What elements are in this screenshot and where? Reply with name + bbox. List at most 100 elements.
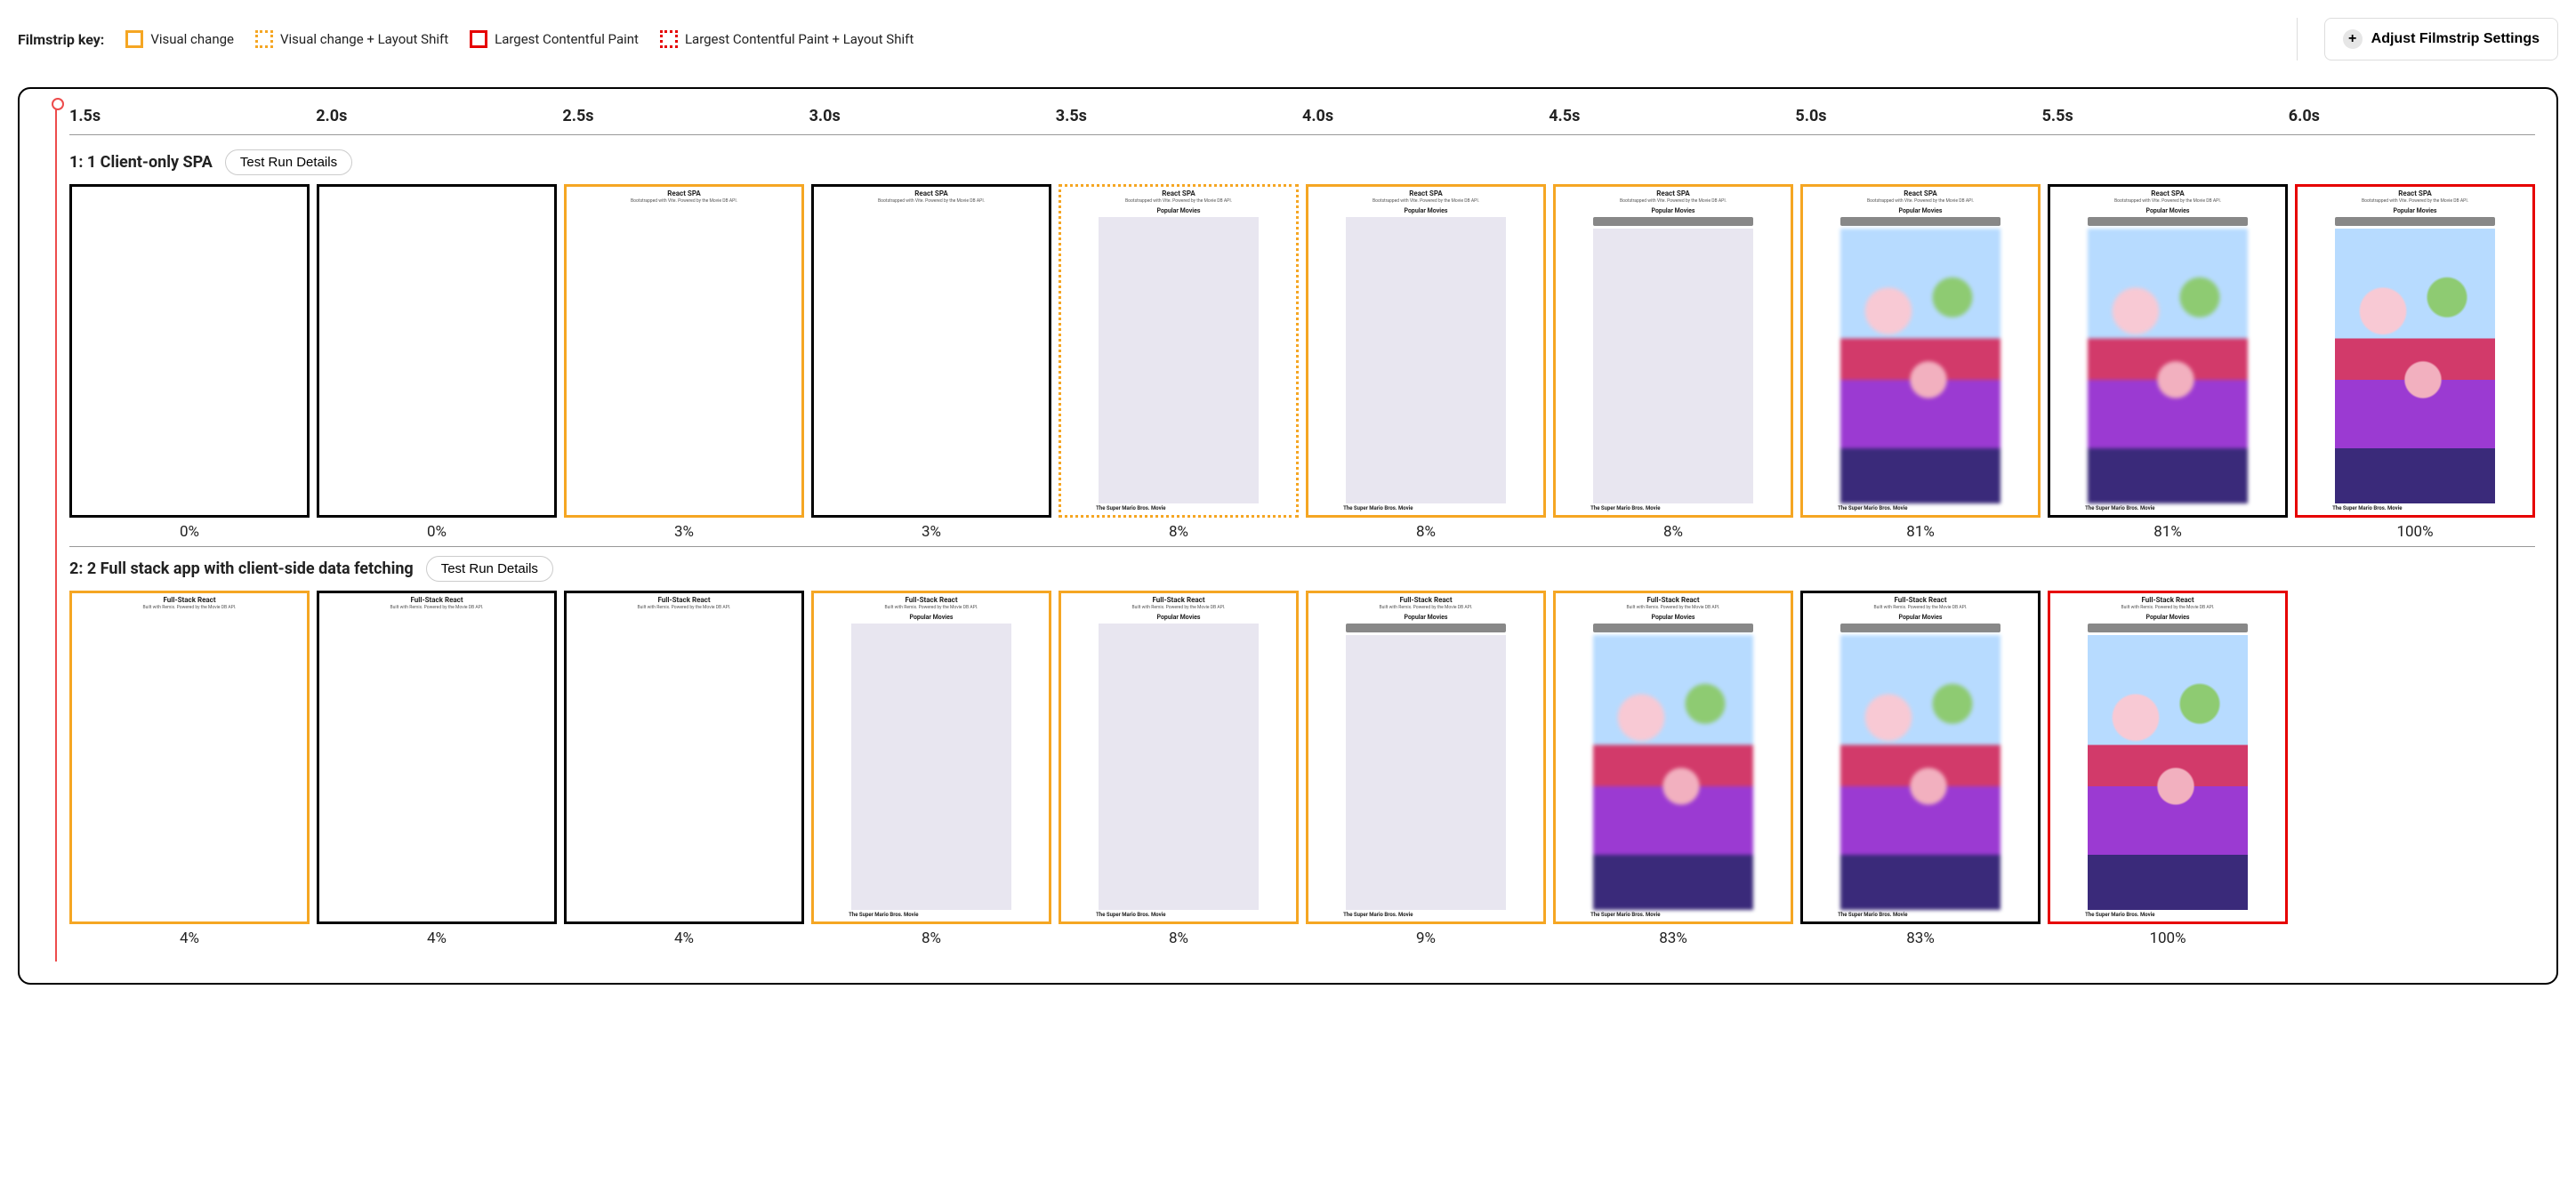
thumb-movie-caption: The Super Mario Bros. Movie — [1311, 913, 1413, 919]
thumb-poster — [2088, 229, 2249, 503]
filmstrip-frame[interactable]: Full-Stack ReactBuilt with Remix. Powere… — [1306, 591, 1546, 924]
timeline-marker[interactable] — [55, 101, 57, 962]
legend-text: Largest Contentful Paint + Layout Shift — [685, 31, 914, 47]
filmstrip-frame[interactable]: Full-Stack ReactBuilt with Remix. Powere… — [1800, 591, 2041, 924]
filmstrip-frame[interactable]: React SPABootstrapped with Vite. Powered… — [2048, 184, 2288, 518]
thumb-placeholder — [851, 624, 1012, 910]
thumb-app-tagline: Bootstrapped with Vite. Powered by the M… — [1620, 199, 1727, 204]
filmstrip-frame[interactable]: Full-Stack ReactBuilt with Remix. Powere… — [811, 591, 1051, 924]
filmstrip-frame-percent: 83% — [1906, 929, 1935, 947]
filmstrip-frame[interactable]: React SPABootstrapped with Vite. Powered… — [811, 184, 1051, 518]
filmstrip-frame-column: React SPABootstrapped with Vite. Powered… — [2295, 184, 2535, 541]
timestamp: 1.5s — [69, 107, 316, 125]
filmstrip-frame[interactable]: Full-Stack React Built with Remix. Powere… — [1059, 591, 1299, 924]
filmstrip-frame[interactable]: Full-Stack ReactBuilt with Remix. Powere… — [564, 591, 804, 924]
thumb-badge — [2088, 217, 2249, 226]
thumb-section-heading: Popular Movies — [2146, 207, 2190, 214]
filmstrip-frame-percent: 3% — [674, 523, 694, 541]
filmstrip-frame-column: Full-Stack ReactBuilt with Remix. Powere… — [1800, 591, 2041, 947]
test-run-details-button[interactable]: Test Run Details — [225, 149, 352, 175]
filmstrip-frame[interactable]: Full-Stack ReactBuilt with Remix. Powere… — [2048, 591, 2288, 924]
thumb-app-title: React SPA — [667, 189, 700, 197]
filmstrip-frame[interactable]: React SPABootstrapped with Vite. Powered… — [1553, 184, 1793, 518]
thumb-section-heading: Popular Movies — [1899, 207, 1943, 214]
thumb-app-title: Full-Stack React — [410, 596, 463, 604]
filmstrip-frame[interactable]: React SPA Bootstrapped with Vite. Powered… — [564, 184, 804, 518]
timestamp-row: 1.5s2.0s2.5s3.0s3.5s4.0s4.5s5.0s5.5s6.0s — [69, 107, 2535, 135]
legend-text: Visual change + Layout Shift — [280, 31, 448, 47]
legend-text: Largest Contentful Paint — [495, 31, 639, 47]
timestamp: 4.0s — [1302, 107, 1549, 125]
thumb-app-tagline: Bootstrapped with Vite. Powered by the M… — [631, 199, 737, 204]
thumb-poster — [1840, 635, 2001, 910]
filmstrip-frame-column: Full-Stack ReactBuilt with Remix. Powere… — [811, 591, 1051, 947]
filmstrip-frame-percent: 8% — [1169, 523, 1188, 541]
thumb-poster — [1840, 229, 2001, 503]
filmstrip-frame-percent: 9% — [1416, 929, 1436, 947]
thumb-movie-caption: The Super Mario Bros. Movie — [1064, 913, 1166, 919]
thumb-section-heading: Popular Movies — [2146, 614, 2190, 621]
filmstrip-frame-percent: 8% — [1169, 929, 1188, 947]
thumb-app-title: Full-Stack React — [905, 596, 957, 604]
filmstrip-frame[interactable]: Full-Stack ReactBuilt with Remix. Powere… — [317, 591, 557, 924]
thumb-movie-caption: The Super Mario Bros. Movie — [2300, 506, 2403, 512]
thumb-app-title: Full-Stack React — [1399, 596, 1452, 604]
legend-item-visual-change-cls: Visual change + Layout Shift — [255, 30, 448, 48]
filmstrip-row-header: 2: 2 Full stack app with client-side dat… — [69, 556, 2535, 582]
filmstrip-frame-percent: 8% — [1663, 523, 1683, 541]
thumb-app-title: React SPA — [1409, 189, 1442, 197]
thumb-app-tagline: Built with Remix. Powered by the Movie D… — [1626, 606, 1719, 610]
thumb-badge — [2335, 217, 2496, 226]
thumb-app-title: Full-Stack React — [1152, 596, 1204, 604]
thumb-app-title: React SPA — [2151, 189, 2184, 197]
filmstrip-frame[interactable]: Full-Stack ReactBuilt with Remix. Powere… — [1553, 591, 1793, 924]
filmstrip-frame-column: Full-Stack React Built with Remix. Powere… — [1059, 591, 1299, 947]
thumb-section-heading: Popular Movies — [1157, 614, 1201, 621]
filmstrip-row-header: 1: 1 Client-only SPATest Run Details — [69, 149, 2535, 175]
filmstrip-frame-column: React SPABootstrapped with Vite. Powered… — [1553, 184, 1793, 541]
filmstrip-frame-percent: 4% — [180, 929, 199, 947]
thumb-movie-caption: The Super Mario Bros. Movie — [1806, 506, 1908, 512]
swatch-lcp-cls — [660, 30, 678, 48]
adjust-filmstrip-settings-button[interactable]: + Adjust Filmstrip Settings — [2324, 18, 2558, 60]
filmstrip-frame-percent: 81% — [2153, 523, 2182, 541]
filmstrip-frame-column: Full-Stack ReactBuilt with Remix. Powere… — [1306, 591, 1546, 947]
filmstrip-frame[interactable] — [69, 184, 310, 518]
thumb-placeholder — [1346, 635, 1507, 910]
filmstrip-frame[interactable]: React SPABootstrapped with Vite. Powered… — [2295, 184, 2535, 518]
filmstrip-frame[interactable]: React SPABootstrapped with Vite. Powered… — [1059, 184, 1299, 518]
filmstrip-frames: Full-Stack React Built with Remix. Powere… — [69, 591, 2535, 953]
thumb-app-title: React SPA — [1904, 189, 1936, 197]
filmstrip-frame[interactable]: Full-Stack ReactBuilt with Remix. Powere… — [69, 591, 310, 924]
page-header: Filmstrip key: Visual change Visual chan… — [18, 18, 2558, 60]
thumb-section-heading: Popular Movies — [1405, 614, 1448, 621]
timestamp: 3.0s — [809, 107, 1056, 125]
filmstrip-frame-column: React SPABootstrapped with Vite. Powered… — [811, 184, 1051, 541]
thumb-badge — [1593, 624, 1754, 632]
filmstrip-frame-column: React SPABootstrapped with Vite. Powered… — [1059, 184, 1299, 541]
settings-button-label: Adjust Filmstrip Settings — [2371, 31, 2540, 47]
thumb-section-heading: Popular Movies — [1899, 614, 1943, 621]
thumb-app-tagline: Bootstrapped with Vite. Powered by the M… — [1867, 199, 1974, 204]
thumb-badge — [1840, 217, 2001, 226]
timestamp: 5.5s — [2042, 107, 2289, 125]
filmstrip-frame[interactable]: React SPA Bootstrapped with Vite. Powered… — [1800, 184, 2041, 518]
thumb-app-tagline: Bootstrapped with Vite. Powered by the M… — [2362, 199, 2468, 204]
filmstrip-frame[interactable]: React SPABootstrapped with Vite. Powered… — [1306, 184, 1546, 518]
legend-item-lcp-cls: Largest Contentful Paint + Layout Shift — [660, 30, 914, 48]
filmstrip-row: 1: 1 Client-only SPATest Run Details0%0%… — [69, 149, 2535, 547]
thumb-app-title: React SPA — [1162, 189, 1195, 197]
filmstrip-frame[interactable] — [317, 184, 557, 518]
thumb-movie-caption: The Super Mario Bros. Movie — [1806, 913, 1908, 919]
thumb-section-heading: Popular Movies — [1157, 207, 1201, 214]
filmstrip-frame-column: Full-Stack ReactBuilt with Remix. Powere… — [564, 591, 804, 947]
thumb-app-tagline: Built with Remix. Powered by the Movie D… — [1131, 606, 1225, 610]
thumb-movie-caption: The Super Mario Bros. Movie — [1064, 506, 1166, 512]
thumb-app-tagline: Built with Remix. Powered by the Movie D… — [637, 606, 730, 610]
filmstrip-frame-percent: 83% — [1659, 929, 1687, 947]
thumb-badge — [1346, 624, 1507, 632]
header-divider — [2297, 18, 2298, 60]
filmstrip-frame-percent: 4% — [427, 929, 447, 947]
timestamp: 2.0s — [316, 107, 562, 125]
test-run-details-button[interactable]: Test Run Details — [426, 556, 553, 582]
